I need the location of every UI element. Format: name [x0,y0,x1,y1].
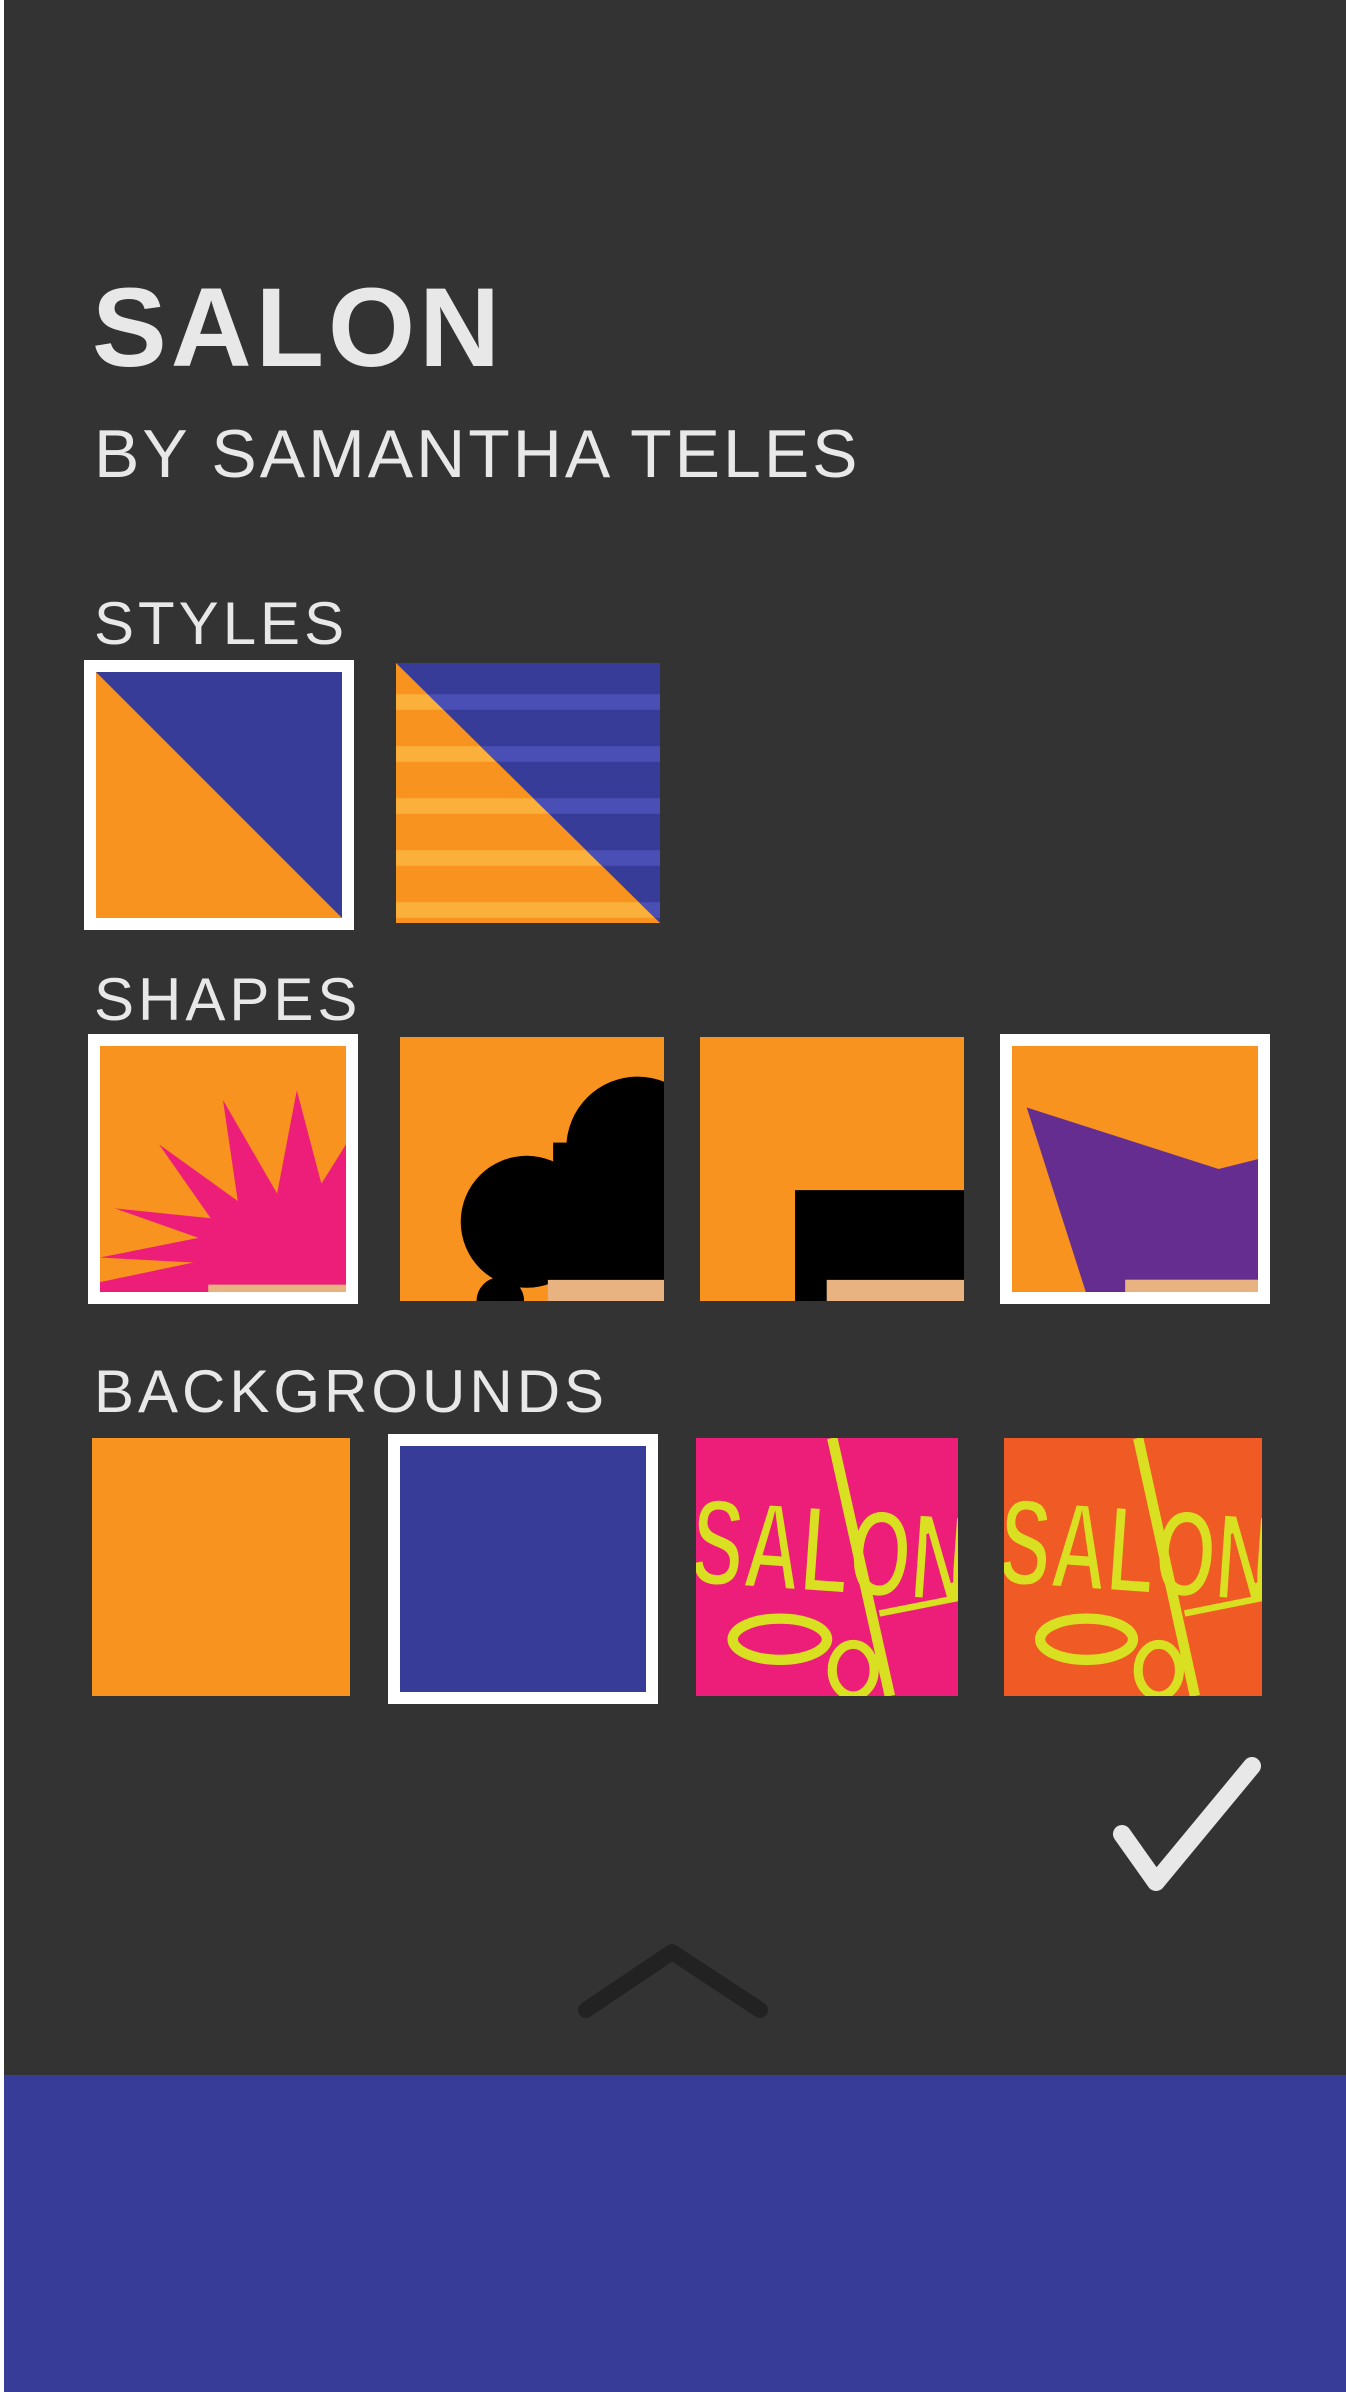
styles-label: STYLES [94,590,349,657]
background-option-blue[interactable] [388,1434,658,1704]
style-diagonal-solid-swatch [96,672,342,918]
checkmark-icon[interactable] [1100,1752,1270,1912]
shape-option-starburst[interactable] [88,1034,358,1304]
salon-logo-pattern: SALON [1004,1438,1262,1696]
app-author: BY SAMANTHA TELES [94,416,861,492]
starburst-shape-icon [100,1046,346,1292]
background-option-salon-pink[interactable]: SALON [696,1438,958,1696]
style-option-diagonal-striped[interactable] [396,663,660,923]
shape-option-block-hair[interactable] [700,1037,964,1301]
style-option-diagonal-solid[interactable] [84,660,354,930]
chevron-up-icon[interactable] [572,1940,776,2020]
angled-hair-shape-icon [1012,1046,1258,1292]
shapes-label: SHAPES [94,966,362,1033]
shape-option-angled-hair[interactable] [1000,1034,1270,1304]
curly-hair-shape-icon [400,1037,664,1301]
app-title: SALON [92,265,504,390]
background-option-orange[interactable] [92,1438,350,1696]
block-hair-shape-icon [700,1037,964,1301]
salon-logo-pattern: SALON [696,1438,958,1696]
backgrounds-label: BACKGROUNDS [94,1358,609,1425]
shape-option-curly-hair[interactable] [400,1037,664,1301]
style-diagonal-striped-swatch [396,663,660,923]
footer-bar [4,2075,1346,2392]
background-option-salon-orange[interactable]: SALON [1004,1438,1262,1696]
